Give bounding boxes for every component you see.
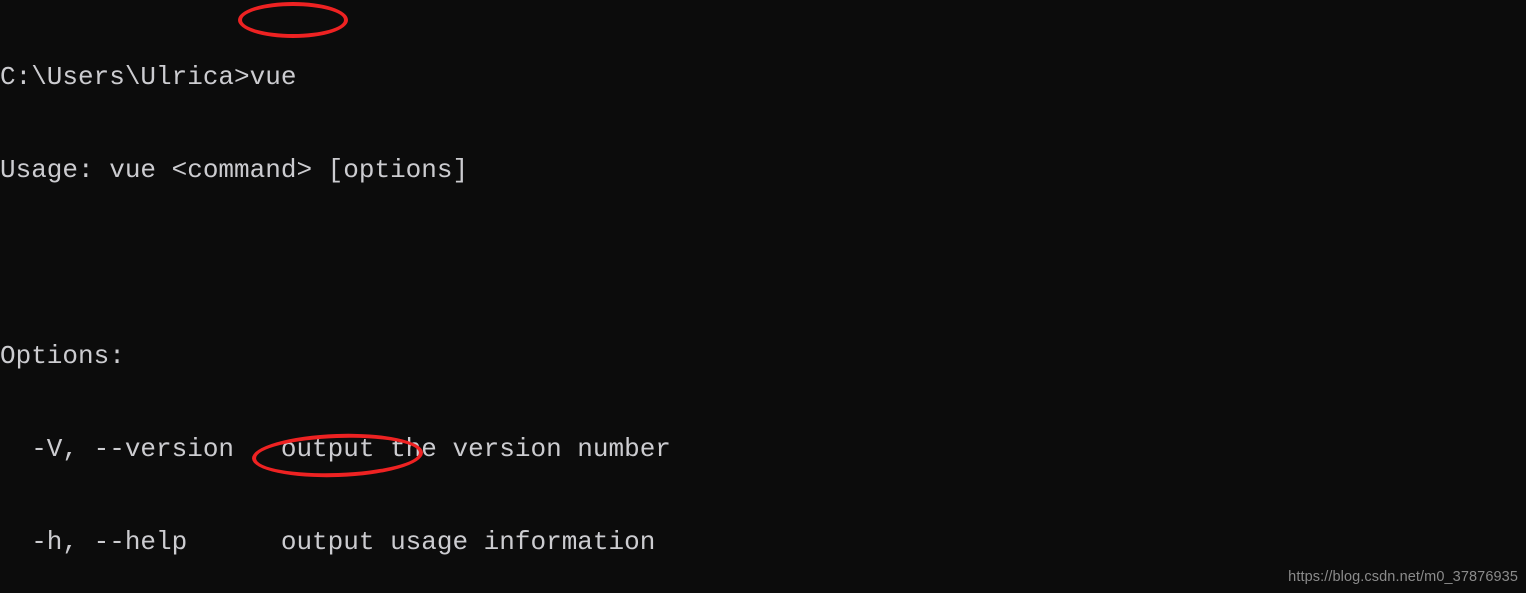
terminal-line: -V, --version output the version number [0, 434, 671, 464]
command-prompt-window[interactable]: C:\Users\Ulrica>vue Usage: vue <command>… [0, 0, 1526, 593]
terminal-line: Options: [0, 341, 125, 371]
terminal-line: Usage: vue <command> [options] [0, 155, 469, 185]
watermark-url: https://blog.csdn.net/m0_37876935 [1288, 569, 1518, 585]
terminal-line: -h, --help output usage information [0, 527, 656, 557]
terminal-line: C:\Users\Ulrica>vue [0, 62, 297, 92]
terminal-output[interactable]: C:\Users\Ulrica>vue Usage: vue <command>… [0, 0, 1526, 593]
